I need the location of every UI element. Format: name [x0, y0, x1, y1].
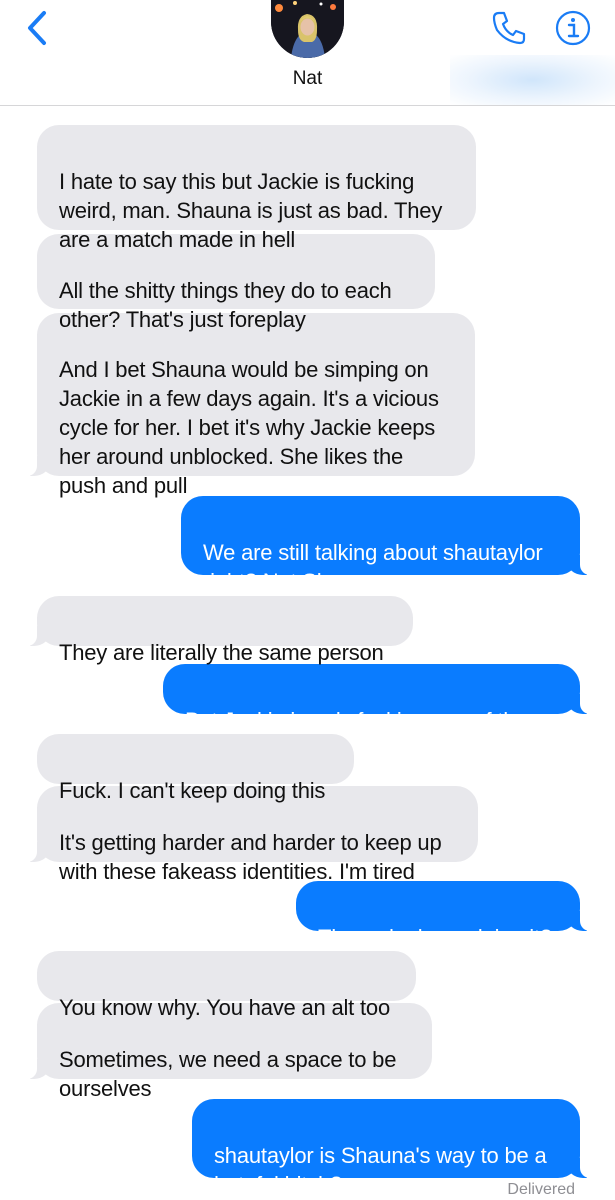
back-button[interactable]	[18, 8, 58, 48]
message-text: Fuck. I can't keep doing this	[59, 778, 326, 803]
delivery-status: Delivered	[507, 1181, 575, 1198]
message-text: Then why keep doing it?	[318, 925, 552, 950]
message-text: And I bet Shauna would be simping on Jac…	[59, 357, 439, 498]
message-bubble-outgoing[interactable]: We are still talking about shautaylor ri…	[181, 496, 592, 594]
message-text: We are still talking about shautaylor ri…	[203, 540, 543, 594]
conversation-screen: Nat I hate to say this but Jackie is fuc…	[0, 0, 615, 1200]
message-text: It's getting harder and harder to keep u…	[59, 830, 442, 884]
info-icon	[555, 10, 591, 46]
message-bubble-incoming[interactable]: They are literally the same person	[25, 596, 413, 665]
message-bubble-incoming[interactable]: I hate to say this but Jackie is fucking…	[37, 125, 476, 252]
message-bubble-incoming[interactable]: You know why. You have an alt too	[37, 951, 416, 1020]
message-text: Sometimes, we need a space to be ourselv…	[59, 1047, 397, 1101]
message-bubble-outgoing[interactable]: Then why keep doing it?	[296, 881, 592, 950]
message-text: shautaylor is Shauna's way to be a hatef…	[214, 1143, 547, 1197]
avatar-photo	[271, 0, 344, 58]
message-text: But Jackie is only fucking one of them	[185, 708, 546, 733]
message-bubble-outgoing[interactable]: But Jackie is only fucking one of them	[163, 664, 592, 733]
conversation-header: Nat	[0, 0, 615, 106]
redacted-region	[450, 55, 615, 105]
info-button[interactable]	[553, 8, 593, 48]
chevron-left-icon	[28, 11, 46, 45]
message-text: They are literally the same person	[59, 640, 384, 665]
message-bubble-outgoing[interactable]: shautaylor is Shauna's way to be a hatef…	[192, 1099, 592, 1197]
call-button[interactable]	[489, 8, 529, 48]
avatar[interactable]	[271, 0, 344, 58]
message-bubble-incoming[interactable]: And I bet Shauna would be simping on Jac…	[25, 313, 475, 498]
message-text: You know why. You have an alt too	[59, 995, 390, 1020]
message-bubble-incoming[interactable]: Fuck. I can't keep doing this	[37, 734, 354, 803]
phone-icon	[492, 11, 526, 45]
